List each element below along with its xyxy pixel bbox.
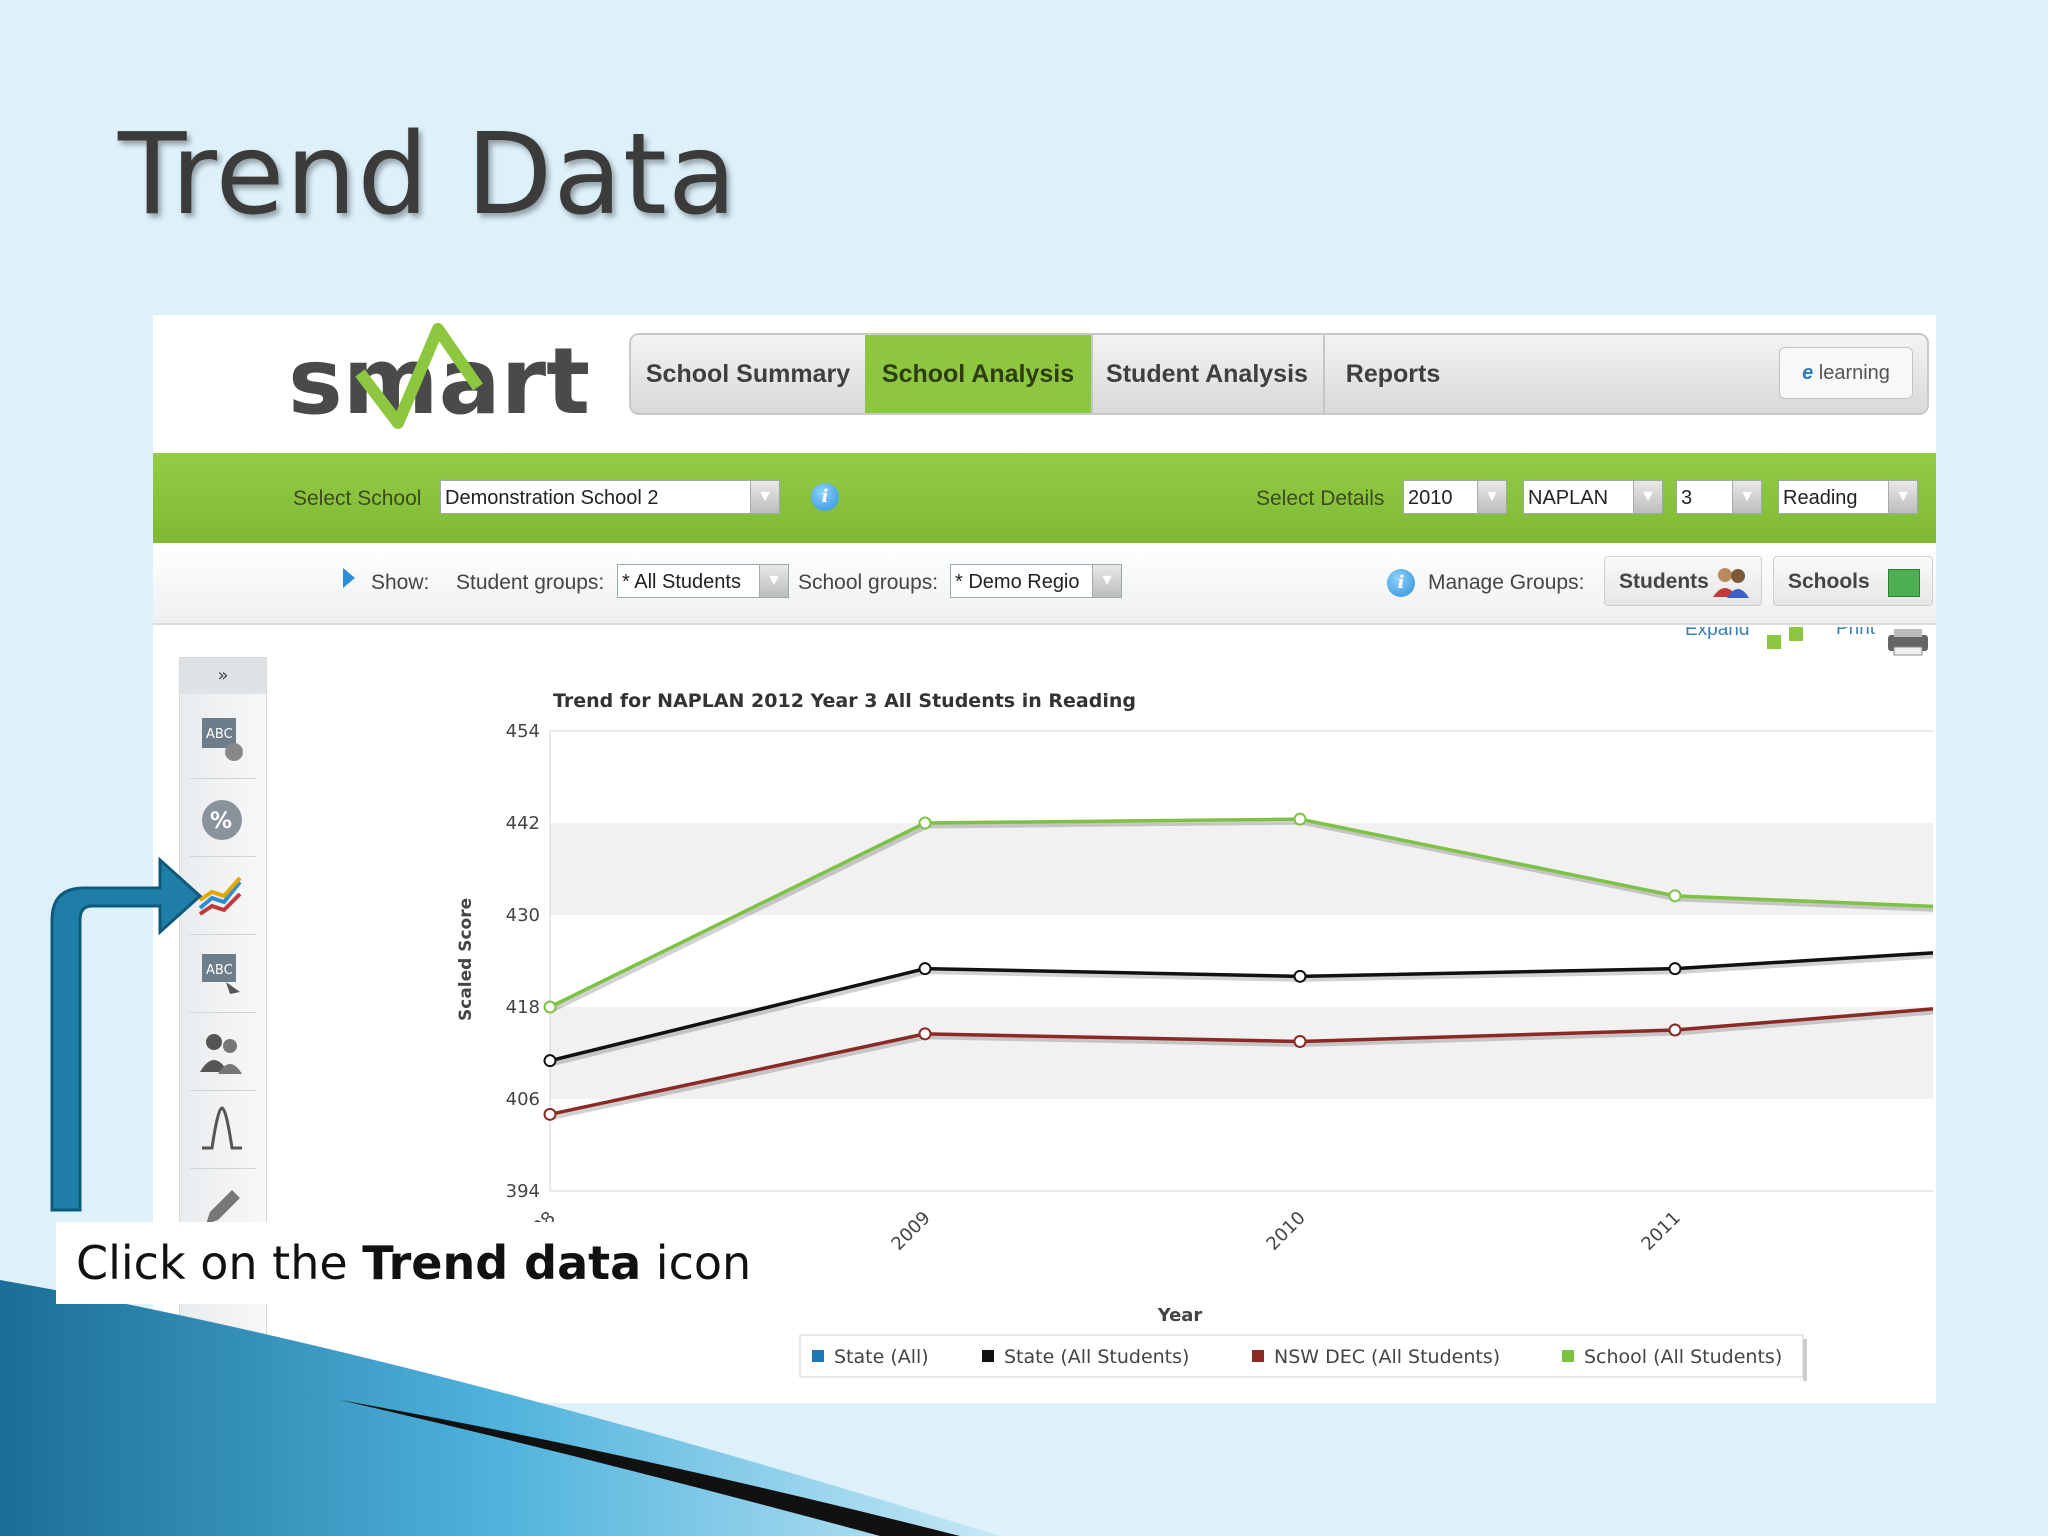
chevron-down-icon: ▼ [759,565,788,597]
data-point [1293,1035,1307,1048]
y-tick-label: 454 [506,721,540,742]
data-point [918,816,932,830]
manage-groups-label: Manage Groups: [1428,571,1585,594]
tab-school-summary[interactable]: School Summary [631,335,867,413]
callout-prefix: Click on the [76,1236,363,1290]
chevron-down-icon: ▼ [1477,481,1506,513]
select-bar: Select School Demonstration School 2 ▼ i… [153,453,1936,543]
school-select[interactable]: Demonstration School 2 ▼ [440,480,780,514]
smart-logo: smart [288,323,588,433]
chart-title: Trend for NAPLAN 2012 Year 3 All Student… [553,690,1136,712]
x-tick-label: 2011 [1637,1207,1684,1254]
chart-band [550,1007,1933,1099]
data-point [1668,1023,1682,1037]
y-tick-labels: 394 406 418 430 442 454 [506,721,540,1202]
domain-select-value: Reading [1783,487,1858,509]
data-point [1293,969,1307,983]
tab-school-analysis[interactable]: School Analysis [865,335,1093,413]
grade-select[interactable]: 3 ▼ [1676,480,1762,514]
svg-text:%: % [210,809,232,834]
chevron-down-icon: ▼ [1092,565,1121,597]
y-tick-label: 418 [506,997,540,1018]
svg-text:ABC: ABC [206,727,233,742]
tab-reports[interactable]: Reports [1323,335,1463,413]
schools-button[interactable]: Schools [1773,556,1933,606]
students-button[interactable]: Students [1604,556,1762,606]
data-point [1668,889,1682,903]
data-point [918,1027,932,1041]
people-icon [1713,568,1749,598]
show-bar: Show: Student groups: * All Students ▼ S… [153,543,1936,625]
slide-title: Trend Data [118,110,738,240]
domain-select[interactable]: Reading ▼ [1778,480,1918,514]
print-link[interactable]: Print [1836,627,1875,637]
callout-bold: Trend data [362,1236,642,1290]
y-tick-label: 442 [506,813,540,834]
elearning-label: learning [1818,362,1890,384]
abc-summary-icon[interactable]: ABC [196,714,248,766]
student-groups-label: Student groups: [456,571,605,594]
callout-suffix: icon [641,1236,752,1290]
main-nav: School Summary School Analysis Student A… [629,333,1929,415]
data-point [1293,812,1307,826]
pointer-arrow-decoration [50,856,203,1212]
tab-student-analysis[interactable]: Student Analysis [1091,335,1325,413]
show-label: Show: [371,571,430,594]
year-select-value: 2010 [1408,487,1453,509]
test-select-value: NAPLAN [1528,487,1609,509]
info-icon[interactable]: i [1387,569,1415,597]
info-icon[interactable]: i [811,483,839,511]
chart-band [550,1099,1933,1191]
data-point [1668,962,1682,976]
elearning-prefix: e [1802,362,1814,384]
test-select[interactable]: NAPLAN ▼ [1523,480,1663,514]
x-tick-label: 2010 [1262,1207,1309,1254]
student-groups-value: * All Students [622,571,741,593]
y-tick-label: 394 [506,1181,540,1202]
student-groups-select[interactable]: * All Students ▼ [617,564,789,598]
school-groups-select[interactable]: * Demo Regio ▼ [950,564,1122,598]
year-select[interactable]: 2010 ▼ [1403,480,1507,514]
school-icon [1888,569,1920,597]
percent-icon[interactable]: % [196,794,248,846]
expand-icon[interactable] [1767,627,1807,651]
chevron-down-icon: ▼ [1732,481,1761,513]
y-tick-label: 406 [506,1089,540,1110]
schools-button-label: Schools [1788,570,1870,593]
school-groups-value: * Demo Regio [955,571,1080,593]
school-groups-label: School groups: [798,571,939,594]
chart-band [550,731,1933,823]
data-point [918,962,932,976]
play-arrow-icon [343,568,355,588]
school-select-value: Demonstration School 2 [445,487,659,509]
x-tick-label: 2009 [887,1207,934,1254]
students-button-label: Students [1619,570,1709,593]
expand-link[interactable]: Expand [1685,627,1749,641]
grade-select-value: 3 [1681,487,1693,509]
select-details-label: Select Details [1256,487,1385,510]
y-tick-label: 430 [506,905,540,926]
elearning-button[interactable]: e learning [1779,347,1913,399]
sidebar-expand-button[interactable]: » [180,658,266,694]
instruction-callout: Click on the Trend data icon [56,1222,776,1304]
chart-band [550,915,1933,1007]
data-point [543,1107,557,1121]
chevron-down-icon: ▼ [750,481,779,513]
slide-swoosh-decoration [0,1280,1000,1536]
chart-bands [549,730,1933,1192]
sidebar-separator [190,778,256,779]
data-point [543,1054,557,1068]
data-point [543,1000,557,1014]
select-school-label: Select School [293,487,422,510]
chevron-down-icon: ▼ [1888,481,1917,513]
y-axis-label: Scaled Score [456,898,476,1021]
chevron-down-icon: ▼ [1633,481,1662,513]
printer-icon[interactable] [1886,627,1930,657]
